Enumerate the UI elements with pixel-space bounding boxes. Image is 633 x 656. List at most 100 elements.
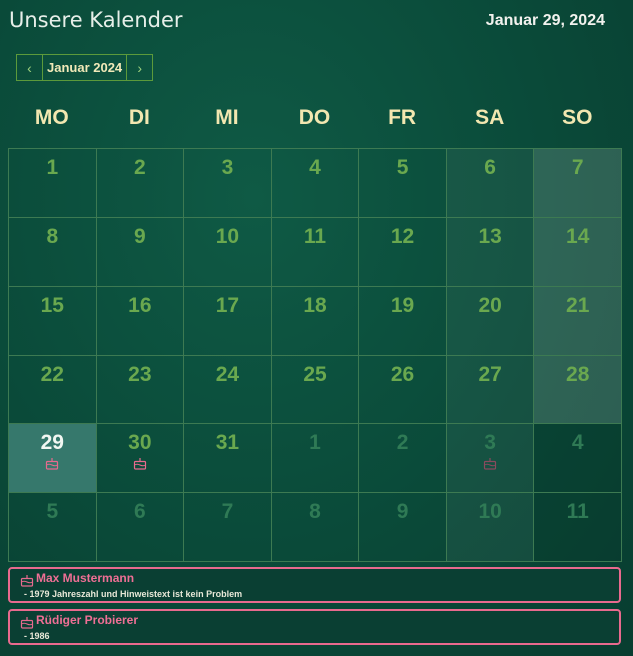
calendar-day[interactable]: 12: [359, 217, 447, 287]
calendar-day[interactable]: 15: [9, 286, 97, 356]
next-month-button[interactable]: ›: [127, 55, 152, 80]
weekday-header: MO DI MI DO FR SA SO: [8, 106, 621, 130]
day-number: 22: [40, 362, 64, 386]
calendar-day[interactable]: 6: [446, 149, 535, 218]
calendar-day[interactable]: 20: [446, 286, 535, 356]
day-number: 26: [390, 362, 415, 386]
day-number: 29: [40, 431, 64, 455]
month-navigator: ‹ Januar 2024 ›: [16, 54, 154, 81]
day-number: 6: [134, 500, 146, 524]
calendar-day[interactable]: 8: [271, 493, 360, 562]
day-number: 30: [128, 431, 152, 455]
chevron-right-icon: ›: [137, 59, 142, 76]
current-date: Januar 29, 2024: [485, 12, 605, 29]
calendar-day[interactable]: 3: [446, 424, 535, 494]
calendar-day[interactable]: 1: [271, 424, 360, 494]
calendar-day-today[interactable]: 29: [9, 424, 97, 494]
calendar-day[interactable]: 10: [184, 217, 272, 287]
day-number: 15: [40, 293, 64, 317]
day-number: 13: [478, 224, 502, 248]
day-number: 23: [128, 362, 152, 386]
calendar-day[interactable]: 28: [534, 355, 622, 425]
weekday-label: SA: [475, 106, 505, 129]
day-number: 9: [134, 224, 146, 248]
event-item[interactable]: Max Mustermann - 1979 Jahreszahl und Hinw…: [8, 567, 621, 603]
day-number: 2: [396, 431, 409, 455]
calendar-day[interactable]: 5: [359, 149, 447, 218]
day-number: 3: [221, 156, 234, 179]
calendar-day[interactable]: 8: [9, 217, 97, 287]
day-number: 14: [566, 224, 590, 248]
day-number: 1: [46, 156, 59, 179]
day-number: 10: [215, 224, 240, 248]
calendar-day[interactable]: 30: [96, 424, 185, 494]
day-number: 31: [215, 431, 240, 455]
calendar-day[interactable]: 31: [184, 424, 272, 494]
calendar-day[interactable]: 23: [96, 355, 185, 425]
calendar-day[interactable]: 4: [534, 424, 622, 494]
day-number: 20: [478, 293, 502, 317]
event-note: - 1979 Jahreszahl und Hinweistext ist ke…: [24, 589, 243, 599]
calendar-day[interactable]: 21: [534, 286, 622, 356]
day-number: 27: [478, 362, 502, 386]
day-number: 6: [484, 156, 496, 179]
calendar-day[interactable]: 27: [446, 355, 535, 425]
day-number: 5: [46, 500, 59, 524]
weekday-label: DI: [128, 106, 150, 129]
calendar-day[interactable]: 4: [271, 149, 360, 218]
day-number: 28: [566, 362, 590, 386]
day-number: 8: [46, 224, 59, 248]
prev-month-button[interactable]: ‹: [17, 55, 42, 80]
day-number: 9: [396, 500, 409, 524]
calendar-day[interactable]: 11: [534, 493, 622, 562]
calendar-day[interactable]: 1: [9, 149, 97, 218]
calendar-day[interactable]: 19: [359, 286, 447, 356]
event-list: Max Mustermann - 1979 Jahreszahl und Hinw…: [8, 567, 621, 651]
calendar-day[interactable]: 10: [446, 493, 535, 562]
calendar-day[interactable]: 11: [271, 217, 360, 287]
calendar-day[interactable]: 17: [184, 286, 272, 356]
day-number: 4: [309, 156, 321, 179]
calendar-day[interactable]: 5: [9, 493, 97, 562]
calendar-day[interactable]: 7: [184, 493, 272, 562]
weekday-label: MO: [34, 106, 69, 129]
calendar-day[interactable]: 2: [96, 149, 185, 218]
day-number: 19: [390, 293, 415, 317]
day-number: 11: [566, 500, 589, 524]
birthday-cake-icon: [133, 457, 147, 470]
event-name: Rüdiger Probierer: [36, 613, 139, 627]
calendar-day[interactable]: 9: [96, 217, 185, 287]
weekday-label: SO: [562, 106, 593, 129]
day-number: 25: [303, 362, 327, 386]
day-number: 11: [303, 224, 327, 248]
calendar-day[interactable]: 3: [184, 149, 272, 218]
calendar-day[interactable]: 16: [96, 286, 185, 356]
calendar-grid: 1 2 3 4 5 6 7 8 9 10 11 12 13 14 15 16 17 18 19 20 21 22 23 24 2…: [8, 148, 622, 562]
day-number: 4: [571, 431, 584, 455]
weekday-label: FR: [388, 106, 417, 129]
day-number: 16: [128, 293, 152, 317]
day-number: 8: [309, 500, 321, 524]
calendar-day[interactable]: 24: [184, 355, 272, 425]
calendar-day[interactable]: 13: [446, 217, 535, 287]
calendar-day[interactable]: 25: [271, 355, 360, 425]
calendar-day[interactable]: 6: [96, 493, 185, 562]
day-number: 21: [566, 293, 590, 317]
calendar-day[interactable]: 14: [534, 217, 622, 287]
current-month-label[interactable]: Januar 2024: [42, 55, 128, 80]
weekday-label: MI: [215, 106, 239, 129]
day-number: 1: [309, 431, 321, 455]
calendar-day[interactable]: 7: [534, 149, 622, 218]
calendar-day[interactable]: 2: [359, 424, 447, 494]
birthday-cake-icon: [483, 457, 497, 470]
calendar-day[interactable]: 9: [359, 493, 447, 562]
event-item[interactable]: Rüdiger Probierer - 1986: [8, 609, 621, 645]
calendar-day[interactable]: 22: [9, 355, 97, 425]
birthday-cake-icon: [20, 574, 34, 587]
calendar-day[interactable]: 18: [271, 286, 360, 356]
calendar-day[interactable]: 26: [359, 355, 447, 425]
day-number: 5: [396, 156, 409, 179]
birthday-cake-icon: [45, 457, 59, 470]
event-note: - 1986: [24, 631, 50, 641]
event-name: Max Mustermann: [36, 571, 135, 585]
